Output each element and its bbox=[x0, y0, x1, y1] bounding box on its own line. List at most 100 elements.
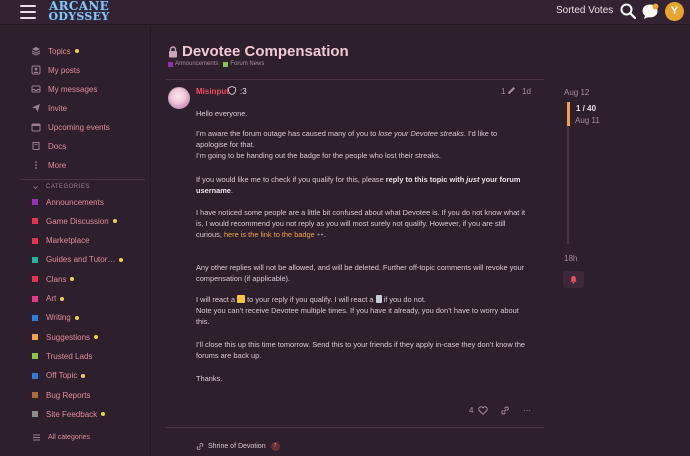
category-color-swatch bbox=[32, 314, 38, 321]
vertical-dots-icon bbox=[30, 160, 42, 170]
new-dot bbox=[74, 49, 79, 53]
bell-slash-icon bbox=[570, 276, 577, 284]
sidebar-item-topics[interactable]: Topics bbox=[30, 43, 79, 59]
timeline-end-date[interactable]: 18h bbox=[564, 254, 577, 263]
related-topic[interactable]: Shrine of Devotion 7 bbox=[196, 442, 280, 451]
link-icon[interactable] bbox=[500, 406, 510, 415]
more-actions-button[interactable]: … bbox=[523, 404, 531, 413]
text-span: if you do not. bbox=[381, 295, 426, 304]
text-span: to your reply if you qualify. I will rea… bbox=[245, 295, 376, 304]
chat-icon[interactable] bbox=[641, 3, 659, 21]
related-topic-label: Shrine of Devotion bbox=[208, 443, 266, 450]
lock-icon bbox=[169, 45, 177, 57]
sidebar-item-docs[interactable]: Docs bbox=[30, 138, 66, 154]
category-label: Art bbox=[46, 294, 57, 303]
post-author-username[interactable]: Misinput bbox=[196, 87, 229, 96]
badge-link[interactable]: here is the link to the badge bbox=[224, 230, 315, 239]
search-icon[interactable] bbox=[620, 3, 636, 19]
inbox-icon bbox=[30, 84, 42, 94]
sidebar-category-game-discussion[interactable]: Game Discussion bbox=[30, 213, 117, 229]
category-color-swatch bbox=[32, 276, 38, 283]
all-categories-label: All categories bbox=[48, 433, 91, 441]
like-count[interactable]: 4 bbox=[469, 406, 473, 415]
text-span: . bbox=[230, 186, 233, 195]
new-dot bbox=[60, 296, 65, 301]
post-author-avatar[interactable] bbox=[168, 87, 190, 109]
sidebar-category-art[interactable]: Art bbox=[30, 291, 65, 307]
sorted-votes-link[interactable]: Sorted Votes bbox=[556, 5, 613, 16]
crumb-label: Forum News bbox=[230, 61, 265, 67]
breadcrumb: Announcements Forum News bbox=[168, 61, 269, 67]
category-label: Clans bbox=[46, 274, 67, 284]
text-span: I’m aware the forum outage has caused ma… bbox=[196, 129, 379, 138]
category-color-swatch bbox=[223, 61, 229, 67]
sidebar-item-label: My messages bbox=[48, 84, 98, 94]
sidebar-all-categories[interactable]: All categories bbox=[30, 429, 90, 445]
timeline-handle[interactable] bbox=[567, 102, 570, 126]
timeline-start-date[interactable]: Aug 12 bbox=[564, 88, 589, 97]
crumb-forum-news[interactable]: Forum News bbox=[223, 61, 264, 67]
category-color-swatch bbox=[168, 61, 173, 67]
new-dot bbox=[112, 219, 117, 224]
list-icon bbox=[30, 432, 42, 442]
post-paragraph: Hello everyone. bbox=[196, 109, 248, 118]
related-count-badge: 7 bbox=[270, 442, 280, 451]
category-label: Bug Reports bbox=[46, 390, 91, 400]
sidebar-category-suggestions[interactable]: Suggestions bbox=[30, 329, 99, 345]
shield-icon bbox=[228, 86, 236, 95]
site-logo[interactable]: ARCANE ODYSSEY bbox=[48, 0, 110, 24]
sidebar: Topics My posts My messages Invite Upcom… bbox=[0, 26, 151, 456]
category-label: Trusted Lads bbox=[46, 351, 93, 361]
link-icon bbox=[317, 233, 323, 236]
sidebar-item-more[interactable]: More bbox=[30, 157, 66, 173]
sidebar-category-writing[interactable]: Writing bbox=[30, 310, 79, 326]
sidebar-item-upcoming-events[interactable]: Upcoming events bbox=[30, 119, 110, 135]
text-span: reply to this topic with bbox=[385, 175, 467, 184]
sidebar-category-trusted-lads[interactable]: Trusted Lads bbox=[30, 348, 92, 364]
sidebar-category-marketplace[interactable]: Marketplace bbox=[30, 233, 90, 249]
category-color-swatch bbox=[32, 392, 38, 398]
category-color-swatch bbox=[32, 256, 38, 263]
chevron-down-icon[interactable] bbox=[33, 185, 38, 190]
post-paragraph: I have noticed some people are a little … bbox=[196, 207, 526, 240]
topics-icon bbox=[30, 46, 42, 56]
sidebar-item-label: Topics bbox=[48, 46, 71, 56]
post-date[interactable]: 1d bbox=[522, 87, 531, 96]
thumbs-up-icon bbox=[237, 295, 246, 303]
new-dot bbox=[81, 373, 86, 378]
sidebar-category-guides-and-tutor[interactable]: Guides and Tutor… bbox=[30, 252, 124, 268]
crumb-announcements[interactable]: Announcements bbox=[168, 61, 218, 67]
categories-section-label[interactable]: CATEGORIES bbox=[46, 184, 90, 190]
sidebar-item-invite[interactable]: Invite bbox=[30, 100, 67, 116]
post-paragraph: I will react a to your reply if you qual… bbox=[196, 294, 526, 327]
sidebar-item-label: Docs bbox=[48, 141, 67, 151]
sidebar-item-my-messages[interactable]: My messages bbox=[30, 81, 97, 97]
sidebar-category-clans[interactable]: Clans bbox=[30, 271, 75, 287]
heart-icon[interactable] bbox=[478, 406, 488, 415]
sidebar-category-site-feedback[interactable]: Site Feedback bbox=[30, 406, 106, 422]
post-paragraph: Any other replies will not be allowed, a… bbox=[196, 263, 525, 283]
post-paragraph: If you would like me to check if you qua… bbox=[196, 174, 526, 196]
category-color-swatch bbox=[32, 372, 38, 379]
user-flair: :3 bbox=[240, 87, 247, 96]
category-label: Suggestions bbox=[46, 332, 91, 342]
user-avatar[interactable]: Y bbox=[665, 2, 684, 21]
category-label: Writing bbox=[46, 313, 71, 323]
post-bottom-divider bbox=[166, 427, 544, 428]
notification-level-button[interactable] bbox=[563, 271, 584, 288]
sidebar-category-announcements[interactable]: Announcements bbox=[30, 194, 104, 210]
category-color-swatch bbox=[32, 353, 38, 360]
new-dot bbox=[94, 335, 99, 340]
user-icon bbox=[30, 65, 42, 75]
topic-title-text[interactable]: Devotee Compensation bbox=[182, 43, 349, 60]
sidebar-category-off-topic[interactable]: Off Topic bbox=[30, 368, 86, 384]
sidebar-category-bug-reports[interactable]: Bug Reports bbox=[30, 387, 90, 403]
pencil-icon[interactable] bbox=[507, 86, 516, 95]
hamburger-menu-icon[interactable] bbox=[20, 5, 36, 19]
sidebar-item-my-posts[interactable]: My posts bbox=[30, 62, 80, 78]
calendar-icon bbox=[30, 122, 42, 132]
site-header: ARCANE ODYSSEY Sorted Votes Y bbox=[0, 0, 690, 25]
paper-plane-icon bbox=[30, 103, 42, 113]
edit-count[interactable]: 1 bbox=[501, 87, 505, 96]
category-color-swatch bbox=[32, 411, 38, 418]
